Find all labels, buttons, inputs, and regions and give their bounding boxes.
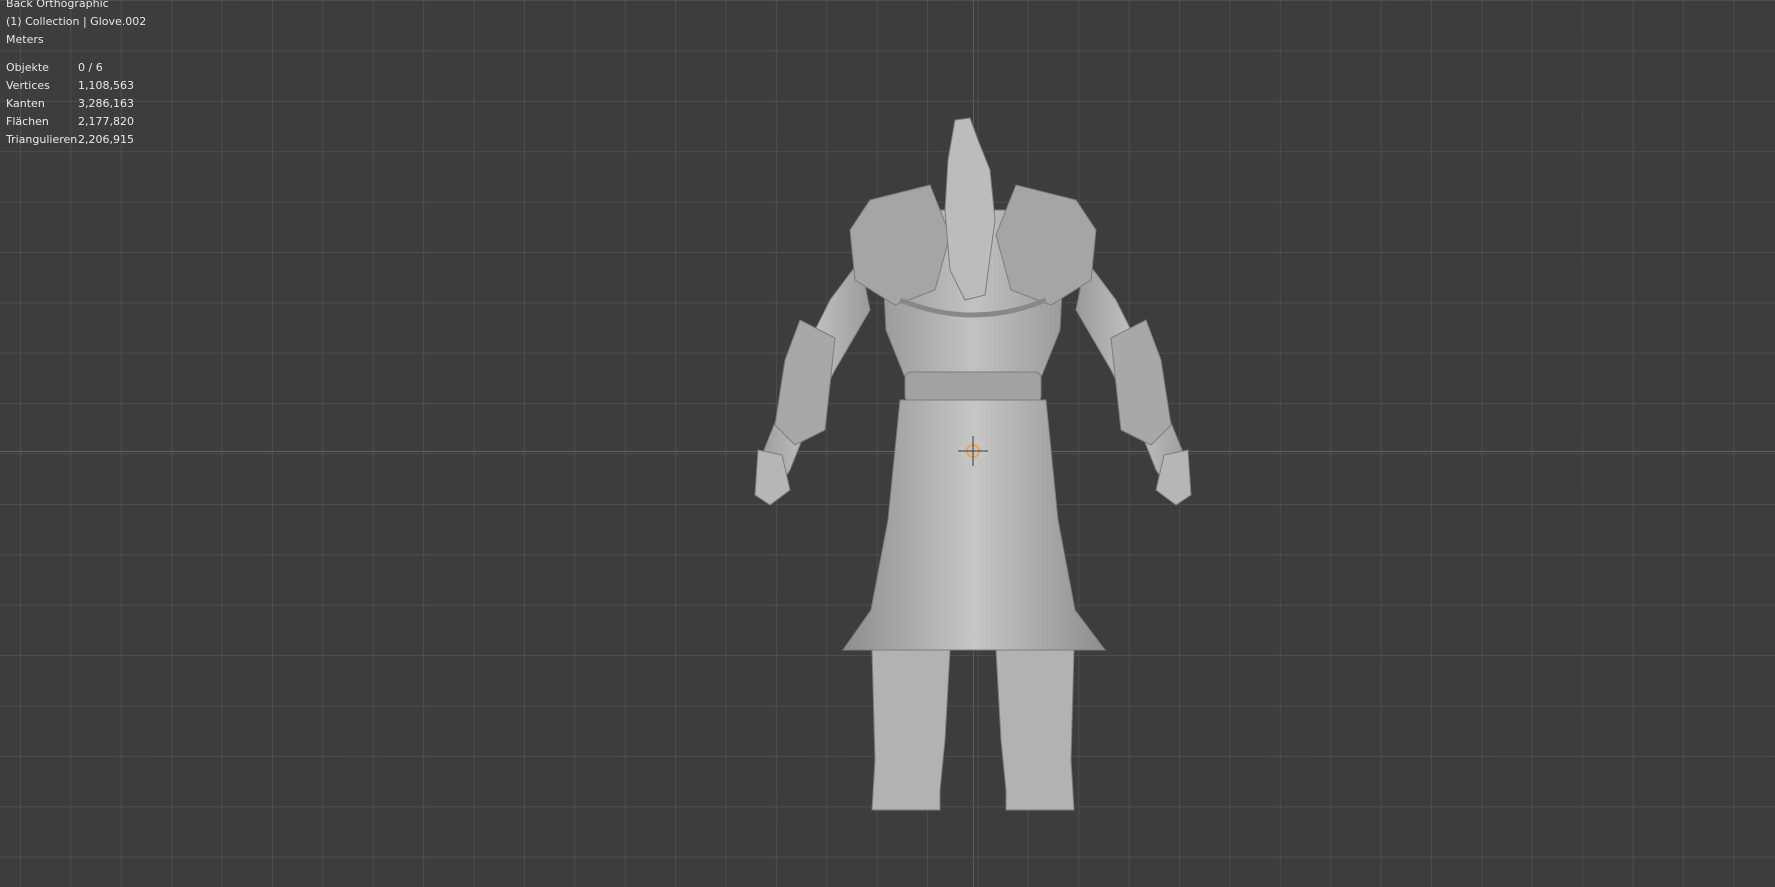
armored-warrior-model[interactable]	[0, 0, 1775, 887]
3d-viewport[interactable]: Back Orthographic (1) Collection | Glove…	[0, 0, 1775, 887]
